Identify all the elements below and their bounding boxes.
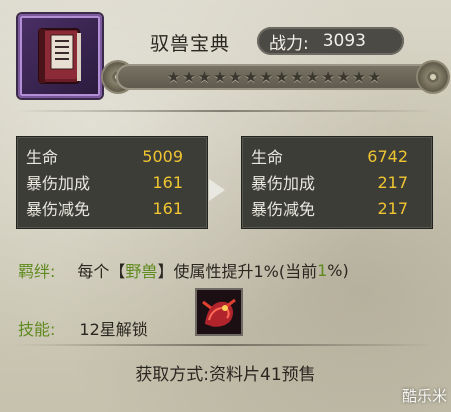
stat-row: 生命 5009 [17, 143, 207, 169]
stat-row: 暴伤加成 217 [242, 169, 432, 195]
skill-label: 技能: [18, 320, 56, 339]
bond-label: 羁绊: [18, 262, 56, 281]
bond-row: 羁绊: 每个【 野兽 】使属性提升1%(当前 1 %) [18, 258, 349, 282]
divider [14, 344, 435, 346]
star-icon: ★ [259, 67, 273, 86]
combat-power-badge: 战力: 3093 [257, 27, 404, 55]
stat-value: 217 [377, 172, 408, 192]
star-icon: ★ [182, 67, 196, 86]
star-icon: ★ [290, 67, 304, 86]
acquisition-text: 获取方式:资料片41预售 [135, 365, 316, 385]
book-icon [38, 28, 81, 84]
star-icon: ★ [367, 67, 382, 86]
stat-value: 6742 [367, 146, 408, 166]
stat-label: 暴伤减免 [26, 200, 91, 219]
stat-label: 暴伤加成 [251, 174, 316, 193]
bond-current-count: 1 [317, 260, 328, 280]
star-icon: ★ [275, 67, 289, 86]
star-icon: ★ [228, 67, 243, 86]
stat-label: 暴伤减免 [251, 200, 316, 219]
beast-skill-icon[interactable] [195, 288, 243, 336]
stat-value: 161 [152, 172, 183, 192]
next-stats-panel: 生命 6742 暴伤加成 217 暴伤减免 217 [241, 136, 433, 229]
divider [14, 110, 435, 112]
stat-value: 217 [377, 198, 408, 218]
upgrade-arrow-icon [209, 179, 225, 201]
bond-highlight: 野兽 [125, 262, 158, 281]
skill-row: 技能: 12星解锁 [18, 316, 148, 340]
stat-row: 暴伤减免 161 [17, 195, 207, 221]
star-icon: ★ [166, 67, 181, 86]
stat-value: 5009 [142, 146, 183, 166]
star-bar-right-cap [418, 62, 448, 92]
bond-text-prefix: 每个【 [77, 262, 126, 281]
star-icon: ★ [321, 67, 335, 86]
star-icon: ★ [336, 67, 351, 86]
skill-unlock-text: 12星解锁 [79, 320, 148, 339]
stat-label: 暴伤加成 [26, 174, 91, 193]
page-title: 驭兽宝典 [150, 33, 231, 55]
power-label: 战力: [269, 33, 309, 54]
bond-text-mid: 】使属性提升1%(当前 [157, 262, 318, 281]
star-icon: ★ [197, 67, 212, 86]
stat-label: 生命 [251, 148, 284, 167]
power-value: 3093 [322, 31, 366, 51]
stat-row: 暴伤减免 217 [242, 195, 432, 221]
beast-skill-art [197, 290, 241, 334]
star-icon: ★ [305, 67, 320, 86]
star-rating-bar: ★ ★ ★ ★ ★ ★ ★ ★ ★ ★ ★ ★ ★ ★ [116, 64, 432, 90]
star-icon: ★ [244, 67, 258, 86]
bond-text-suffix: %) [327, 260, 349, 280]
watermark: 酷乐米 [401, 387, 447, 405]
stat-value: 161 [152, 198, 183, 218]
current-stats-panel: 生命 5009 暴伤加成 161 暴伤减免 161 [16, 136, 208, 229]
star-icon: ★ [352, 67, 366, 86]
stat-label: 生命 [26, 148, 59, 167]
star-icon: ★ [213, 67, 227, 86]
stat-row: 暴伤加成 161 [17, 169, 207, 195]
item-icon-frame [18, 14, 102, 98]
stat-row: 生命 6742 [242, 143, 432, 169]
